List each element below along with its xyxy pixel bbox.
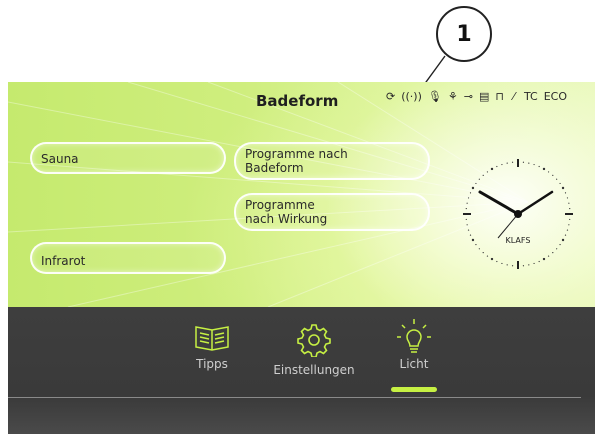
infrarot-button[interactable]: Infrarot — [30, 242, 226, 274]
clock-tick-dot — [528, 264, 530, 266]
clock-tick-dot — [522, 265, 525, 267]
clock-tick-dot — [469, 234, 472, 236]
clock-tick-dot — [467, 229, 470, 231]
key-icon[interactable]: ⊸ — [464, 90, 473, 103]
clock-tick-dot — [556, 178, 558, 180]
clock-tick-dot — [564, 234, 567, 236]
clock-tick-dot — [566, 197, 569, 199]
clock-tick-dot — [475, 182, 477, 185]
clock-tick-dot — [501, 163, 503, 166]
programme-wirkung-line2: nach Wirkung — [245, 212, 328, 226]
clock-tick-dot — [511, 161, 514, 163]
clock-tick-dot — [486, 255, 489, 257]
callout-number-badge: 1 — [436, 6, 492, 62]
tab-tipps-label: Tipps — [196, 357, 228, 371]
clock-tick-dot — [471, 186, 475, 190]
clock-tick-dot — [466, 202, 468, 204]
clock-tick-dot — [467, 197, 470, 199]
clock-tick-dot — [568, 224, 570, 226]
clock-tick-dot — [547, 171, 550, 173]
clock-tick-dot — [569, 218, 571, 221]
tab-einstellungen-label: Einstellungen — [273, 363, 355, 377]
clock-tick-dot — [547, 255, 550, 257]
programme-wirkung-line1: Programme — [245, 198, 315, 212]
clock-tick-dot — [506, 264, 508, 266]
clock-tick-dot — [478, 178, 480, 180]
clock-tick-dot — [528, 162, 530, 164]
clock-tick-dot — [542, 167, 546, 171]
callout-number: 1 — [456, 21, 472, 47]
tab-licht[interactable]: Licht — [384, 317, 444, 371]
clock-tick-dot — [559, 182, 561, 185]
active-tab-indicator — [391, 387, 437, 392]
clock-tick-dot — [496, 165, 498, 168]
clock-tick-dot — [478, 248, 480, 250]
microphone-icon[interactable]: 🎙︎ — [428, 90, 442, 103]
sauna-button[interactable]: Sauna — [30, 142, 226, 174]
book-icon — [195, 326, 229, 351]
page-title: Badeform — [256, 92, 339, 110]
analog-clock: KLAFS — [463, 159, 573, 269]
bottom-nav-bar: Tipps Einstellungen Licht — [8, 307, 595, 434]
device-screen: Badeform ⟳ ((·)) 🎙︎ ⚘ ⊸ ▤ ⊓ ⁄ TC ECO Sau… — [8, 82, 595, 434]
signal-icon[interactable]: ((·)) — [401, 90, 422, 103]
clock-tick-dot — [486, 171, 489, 173]
wrench-icon[interactable]: ⁄ — [510, 90, 518, 103]
clock-tick-dot — [564, 192, 567, 194]
clock-tick-dot — [561, 238, 565, 242]
clock-tick-dot — [552, 174, 554, 176]
clock-tick-dot — [506, 162, 508, 164]
clock-tick-dot — [469, 192, 472, 194]
tab-einstellungen[interactable]: Einstellungen — [266, 323, 362, 377]
programme-badeform-line1: Programme nach — [245, 147, 348, 161]
clock-tick-dot — [542, 257, 546, 261]
clock-tick-dot — [496, 260, 498, 263]
clock-tick-dot — [533, 262, 535, 265]
programme-nach-badeform-button[interactable]: Programme nach Badeform — [234, 142, 430, 180]
refresh-icon[interactable]: ⟳ — [386, 90, 395, 103]
clock-tick-dot — [552, 252, 554, 254]
clock-tick-dot — [566, 229, 569, 231]
bottom-divider — [8, 397, 581, 398]
clock-tick-dot — [465, 218, 467, 221]
clock-tick-dot — [561, 186, 565, 190]
gear-icon — [297, 324, 331, 357]
clock-brand: KLAFS — [506, 236, 531, 245]
tab-tipps[interactable]: Tipps — [184, 323, 240, 371]
lock-icon[interactable]: ⊓ — [495, 90, 504, 103]
clock-tick-dot — [490, 167, 494, 171]
clock-tick-dot — [475, 243, 477, 246]
clock-tick-dot — [466, 224, 468, 226]
clock-tick-dot — [569, 207, 571, 210]
clock-tick-dot — [511, 265, 514, 267]
infrarot-label: Infrarot — [41, 254, 86, 268]
clock-tick-dot — [538, 260, 540, 263]
tab-licht-label: Licht — [399, 357, 429, 371]
clock-tick-dot — [482, 252, 484, 254]
clock-tick-dot — [538, 165, 540, 168]
clock-tick-dot — [568, 202, 570, 204]
clock-tick-dot — [501, 262, 503, 265]
clock-tick-dot — [522, 161, 525, 163]
screen-top-panel: Badeform ⟳ ((·)) 🎙︎ ⚘ ⊸ ▤ ⊓ ⁄ TC ECO Sau… — [8, 82, 595, 307]
eco-status[interactable]: ECO — [544, 90, 567, 103]
clock-tick-dot — [482, 174, 484, 176]
programme-badeform-line2: Badeform — [245, 161, 304, 175]
sauna-icon[interactable]: ▤ — [479, 90, 489, 103]
clock-tick-dot — [465, 207, 467, 210]
lightbulb-icon — [397, 319, 431, 353]
clock-tick-dot — [556, 248, 558, 250]
programme-nach-wirkung-button[interactable]: Programme nach Wirkung — [234, 193, 430, 231]
clock-tick-dot — [559, 243, 561, 246]
plant-icon[interactable]: ⚘ — [448, 90, 458, 103]
status-icon-bar: ⟳ ((·)) 🎙︎ ⚘ ⊸ ▤ ⊓ ⁄ TC ECO — [386, 90, 567, 103]
tc-status[interactable]: TC — [524, 90, 538, 103]
clock-tick-dot — [533, 163, 535, 166]
clock-tick-dot — [471, 238, 475, 242]
clock-tick-dot — [490, 257, 494, 261]
sauna-label: Sauna — [41, 152, 79, 166]
